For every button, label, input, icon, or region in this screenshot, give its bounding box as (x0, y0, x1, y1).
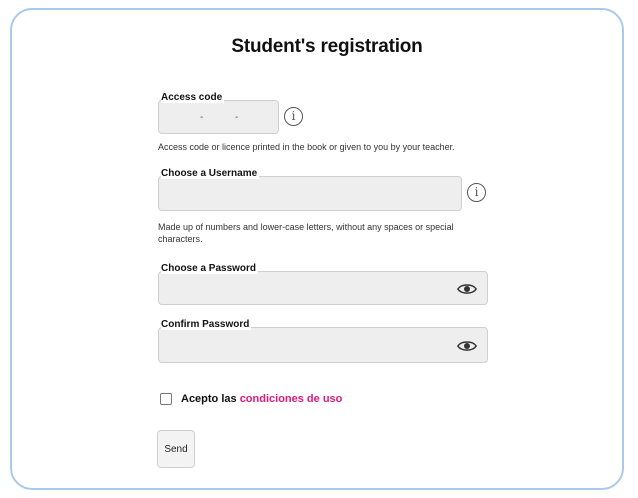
terms-label: Acepto las condiciones de uso (181, 393, 342, 405)
username-hint-line: Made up of numbers and lower-case letter… (158, 222, 454, 232)
confirm-password-label: Confirm Password (161, 319, 252, 330)
terms-link[interactable]: condiciones de uso (240, 393, 343, 405)
terms-prefix: Acepto las (181, 393, 240, 405)
eye-icon[interactable] (457, 339, 477, 353)
access-code-label: Access code (161, 92, 225, 103)
username-info-icon[interactable]: i (467, 183, 486, 202)
access-code-separator: - (200, 112, 204, 123)
registration-card (10, 8, 624, 490)
terms-checkbox[interactable] (160, 393, 172, 405)
username-input[interactable] (158, 176, 462, 211)
page-title: Student's registration (231, 36, 423, 57)
password-label: Choose a Password (161, 263, 259, 274)
username-hint-line: characters. (158, 234, 203, 244)
password-input[interactable] (158, 271, 488, 305)
access-code-separator: - (235, 112, 239, 123)
access-code-field[interactable]: - - (158, 100, 279, 134)
confirm-password-input[interactable] (158, 327, 488, 363)
access-code-info-icon[interactable]: i (284, 107, 303, 126)
eye-icon[interactable] (457, 282, 477, 296)
access-code-hint: Access code or licence printed in the bo… (158, 142, 455, 152)
send-button[interactable]: Send (157, 430, 195, 468)
username-hint: Made up of numbers and lower-case letter… (158, 221, 454, 245)
username-label: Choose a Username (161, 168, 260, 179)
